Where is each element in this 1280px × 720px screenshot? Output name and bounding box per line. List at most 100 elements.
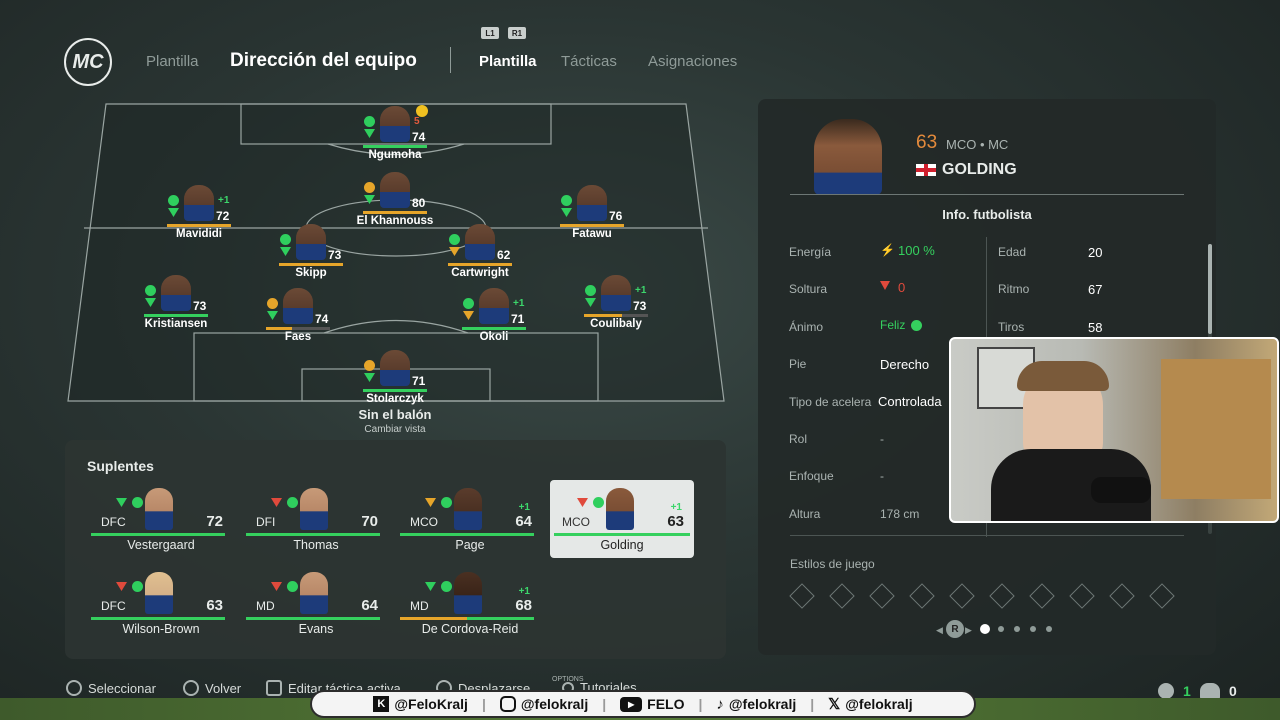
player-ovr: 72 [216,209,230,223]
playstyle-slot[interactable] [1069,583,1095,609]
sub-ovr: 63 [667,513,684,530]
page-dot-active[interactable] [980,624,990,634]
sub-name: Evans [298,622,334,636]
r-stick-hint: R [946,620,964,638]
tab-asignaciones[interactable]: Asignaciones [648,53,737,70]
player-token[interactable]: +1 71 Okoli [429,286,559,356]
social-banner: K @FeloKralj | @felokralj | ▶ FELO | ♪ @fel… [310,690,976,718]
page-dot[interactable] [1046,626,1052,632]
energy-bar [91,533,225,536]
happy-icon [911,320,922,331]
form-gem-icon [425,582,436,591]
playstyle-slot[interactable] [989,583,1015,609]
sub-card[interactable]: +1 MCO 64 Page [398,480,542,558]
player-token[interactable]: 76 Fatawu [527,183,657,253]
player-token[interactable]: +1 73 Coulibaly [551,273,681,343]
stat-label: Edad [998,245,1027,259]
stat-value: 100 % [898,243,935,258]
form-gem-icon [280,247,291,256]
player-name: Ngumoha [368,149,422,161]
stat-label: Energía [789,245,832,259]
player-ovr: 62 [497,248,511,262]
playstyle-slot[interactable] [1149,583,1175,609]
player-avatar [161,275,191,311]
player-avatar [283,288,313,324]
playstyle-slot[interactable] [829,583,855,609]
player-name: Mavididi [175,228,222,240]
player-token[interactable]: 62 Cartwright [415,222,545,292]
sub-card[interactable]: DFI 70 Thomas [244,480,388,558]
sub-position: MD [410,599,429,613]
player-avatar [454,488,482,530]
hint-back-label: Volver [205,680,242,696]
player-avatar [380,350,410,386]
player-avatar [479,288,509,324]
player-name: GOLDING [942,161,1017,178]
energy-bar [246,617,380,620]
playstyle-slot[interactable] [869,583,895,609]
stat-value: Controlada [878,394,942,409]
webcam-overlay [949,337,1279,523]
player-positions: MCO • MC [946,137,1009,152]
tab-tacticas[interactable]: Tácticas [561,53,617,70]
morale-icon [132,497,143,508]
sub-card[interactable]: DFC 63 Wilson-Brown [89,564,233,642]
tab-plantilla[interactable]: Plantilla [479,53,537,70]
player-token[interactable]: 5 74 Ngumoha [330,104,460,174]
playstyle-slot[interactable] [1109,583,1135,609]
player-overall: 63 [916,132,938,153]
x-text: @felokralj [845,696,913,712]
cross-button-icon [66,680,82,696]
sub-card[interactable]: MD 64 Evans [244,564,388,642]
stat-label: Tipo de acelera [789,395,872,409]
change-view-button[interactable]: Cambiar vista [300,424,490,435]
player-name: Cartwright [451,267,509,279]
hint-back[interactable]: Volver [183,680,241,696]
sub-card[interactable]: +1 MD 68 De Cordova-Reid [398,564,542,642]
mc-logo: MC [64,38,112,86]
instagram-text: @felokralj [520,696,589,712]
stat-value: 67 [1088,282,1103,297]
player-avatar [300,488,328,530]
player-avatar [606,488,634,530]
breadcrumb-plantilla[interactable]: Plantilla [146,53,199,70]
playstyle-slot[interactable] [949,583,975,609]
form-plus: +1 [670,502,682,513]
separator: | [602,696,607,712]
player-name: Skipp [295,267,327,279]
player-avatar [184,185,214,221]
hint-select[interactable]: Seleccionar [66,680,156,696]
player-token[interactable]: +1 72 Mavididi [134,183,264,253]
page-dot[interactable] [1014,626,1020,632]
player-name: Coulibaly [590,318,642,330]
speaker-icon [1158,683,1174,699]
sub-ovr: 72 [206,513,223,530]
player-token[interactable]: 73 Skipp [246,222,376,292]
playstyles-title: Estilos de juego [790,557,875,571]
player-name: Fatawu [572,228,612,240]
sub-name: Golding [600,538,644,552]
playstyle-slot[interactable] [789,583,815,609]
energy-bar [400,533,534,536]
section-title: Info. futbolista [942,207,1032,222]
page-dot[interactable] [1030,626,1036,632]
page-dot[interactable] [998,626,1004,632]
stat-label: Ritmo [998,282,1030,296]
stat-value: Feliz [880,318,906,332]
sub-card-selected[interactable]: +1 MCO 63 Golding [550,480,694,558]
sub-card[interactable]: DFC 72 Vestergaard [89,480,233,558]
player-ovr: 73 [633,299,647,313]
player-name: Faes [284,331,312,343]
playstyle-slot[interactable] [1029,583,1055,609]
player-token[interactable]: 73 Kristiansen [111,273,241,343]
separator: | [810,696,815,712]
player-name: Kristiansen [144,318,208,330]
player-avatar [577,185,607,221]
x-handle: 𝕏 @felokralj [828,695,912,713]
sub-name: Wilson-Brown [122,622,200,636]
playstyle-slot[interactable] [909,583,935,609]
player-portrait [814,119,882,195]
subs-title: Suplentes [87,458,154,474]
morale-icon [585,285,596,296]
player-token[interactable]: 74 Faes [233,286,363,356]
